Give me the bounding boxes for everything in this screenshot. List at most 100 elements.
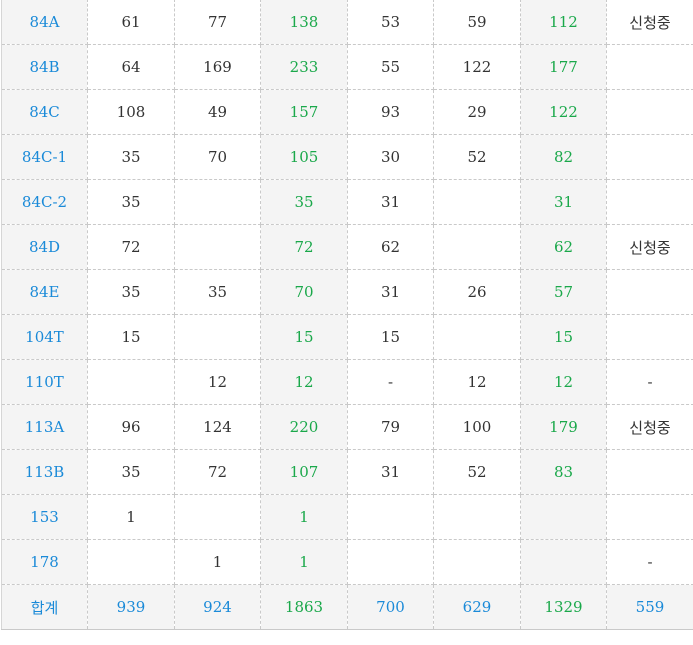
subtotal-cell: 107 xyxy=(260,449,348,495)
value-cell xyxy=(347,539,434,585)
subtotal-cell: 15 xyxy=(520,314,607,360)
status-cell xyxy=(606,134,693,180)
unit-type-cell: 153 xyxy=(1,494,88,540)
subtotal-cell: 1 xyxy=(260,539,348,585)
subtotal-cell: 62 xyxy=(520,224,607,270)
value-cell: 31 xyxy=(347,449,434,495)
subtotal-cell: 220 xyxy=(260,404,348,450)
subtotal-cell xyxy=(520,494,607,540)
unit-type-cell: 84C-2 xyxy=(1,179,88,225)
value-cell: 35 xyxy=(87,269,175,315)
status-cell: 신청중 xyxy=(606,0,693,45)
value-cell xyxy=(174,224,261,270)
status-cell: 신청중 xyxy=(606,224,693,270)
unit-type-cell: 110T xyxy=(1,359,88,405)
value-cell: 1 xyxy=(87,494,175,540)
value-cell: 15 xyxy=(87,314,175,360)
value-cell: 96 xyxy=(87,404,175,450)
subtotal-cell: 122 xyxy=(520,89,607,135)
total-status-cell: 559 xyxy=(606,584,693,630)
table-row: 84C-1 35 70 105 30 52 82 xyxy=(1,134,693,180)
unit-type-cell: 84C xyxy=(1,89,88,135)
value-cell xyxy=(433,314,521,360)
subtotal-cell: 179 xyxy=(520,404,607,450)
value-cell: 64 xyxy=(87,44,175,90)
subtotal-cell: 177 xyxy=(520,44,607,90)
value-cell xyxy=(433,224,521,270)
total-value-cell: 700 xyxy=(347,584,434,630)
table-row: 84D 72 72 62 62 신청중 xyxy=(1,224,693,270)
subtotal-cell: 1 xyxy=(260,494,348,540)
value-cell: 31 xyxy=(347,179,434,225)
value-cell: 35 xyxy=(87,179,175,225)
value-cell: 122 xyxy=(433,44,521,90)
value-cell: 53 xyxy=(347,0,434,45)
value-cell: 100 xyxy=(433,404,521,450)
unit-type-cell: 84B xyxy=(1,44,88,90)
total-row: 합계 939 924 1863 700 629 1329 559 xyxy=(1,584,693,630)
table-row: 84B 64 169 233 55 122 177 xyxy=(1,44,693,90)
value-cell: 15 xyxy=(347,314,434,360)
table-row: 178 1 1 - xyxy=(1,539,693,585)
status-cell xyxy=(606,314,693,360)
subtotal-cell xyxy=(520,539,607,585)
subtotal-cell: 15 xyxy=(260,314,348,360)
subtotal-cell: 12 xyxy=(520,359,607,405)
subtotal-cell: 35 xyxy=(260,179,348,225)
subtotal-cell: 72 xyxy=(260,224,348,270)
value-cell xyxy=(174,494,261,540)
value-cell: 30 xyxy=(347,134,434,180)
value-cell: 61 xyxy=(87,0,175,45)
unit-type-cell: 113B xyxy=(1,449,88,495)
subtotal-cell: 112 xyxy=(520,0,607,45)
table-row: 84E 35 35 70 31 26 57 xyxy=(1,269,693,315)
total-unit-type-cell: 합계 xyxy=(1,584,88,630)
table-row: 84A 61 77 138 53 59 112 신청중 xyxy=(1,0,693,45)
value-cell: 62 xyxy=(347,224,434,270)
subtotal-cell: 70 xyxy=(260,269,348,315)
unit-type-cell: 178 xyxy=(1,539,88,585)
value-cell: 108 xyxy=(87,89,175,135)
table-body: 84A 61 77 138 53 59 112 신청중 84B 64 169 233 55 122 177 8… xyxy=(1,0,693,630)
value-cell: 1 xyxy=(174,539,261,585)
total-value-cell: 924 xyxy=(174,584,261,630)
value-cell: 35 xyxy=(87,449,175,495)
value-cell: 29 xyxy=(433,89,521,135)
value-cell: 72 xyxy=(174,449,261,495)
value-cell: 52 xyxy=(433,134,521,180)
status-cell: 신청중 xyxy=(606,404,693,450)
value-cell: 55 xyxy=(347,44,434,90)
subtotal-cell: 31 xyxy=(520,179,607,225)
status-cell xyxy=(606,44,693,90)
value-cell: 12 xyxy=(174,359,261,405)
status-cell xyxy=(606,494,693,540)
unit-type-cell: 84D xyxy=(1,224,88,270)
table-row: 84C-2 35 35 31 31 xyxy=(1,179,693,225)
total-subtotal-cell: 1329 xyxy=(520,584,607,630)
total-value-cell: 939 xyxy=(87,584,175,630)
table-row: 84C 108 49 157 93 29 122 xyxy=(1,89,693,135)
status-cell xyxy=(606,269,693,315)
value-cell xyxy=(174,179,261,225)
total-value-cell: 629 xyxy=(433,584,521,630)
subtotal-cell: 138 xyxy=(260,0,348,45)
status-cell: - xyxy=(606,539,693,585)
unit-type-cell: 113A xyxy=(1,404,88,450)
value-cell: 77 xyxy=(174,0,261,45)
value-cell: 26 xyxy=(433,269,521,315)
value-cell: 59 xyxy=(433,0,521,45)
status-cell xyxy=(606,449,693,495)
value-cell: 93 xyxy=(347,89,434,135)
value-cell: 35 xyxy=(174,269,261,315)
value-cell: 72 xyxy=(87,224,175,270)
value-cell xyxy=(347,494,434,540)
unit-type-cell: 84C-1 xyxy=(1,134,88,180)
total-subtotal-cell: 1863 xyxy=(260,584,348,630)
subtotal-cell: 233 xyxy=(260,44,348,90)
value-cell: 52 xyxy=(433,449,521,495)
value-cell xyxy=(433,494,521,540)
value-cell: 31 xyxy=(347,269,434,315)
table-row: 113A 96 124 220 79 100 179 신청중 xyxy=(1,404,693,450)
table-row: 104T 15 15 15 15 xyxy=(1,314,693,360)
value-cell xyxy=(174,314,261,360)
